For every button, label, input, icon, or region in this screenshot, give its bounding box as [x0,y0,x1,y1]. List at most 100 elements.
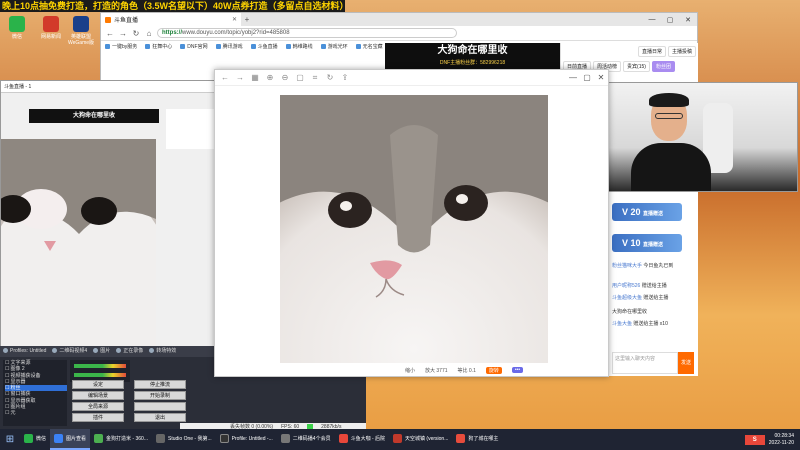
close-button[interactable]: ✕ [679,16,697,24]
bookmark-item[interactable]: 斗鱼直播 [251,43,278,50]
wechat-icon [24,434,33,443]
gift-banner-1: V 20 直播赠送 [612,203,682,221]
stream-preview-window: 斗鱼直播 - 1 大狗命在哪里收 [0,80,215,348]
close-tab-icon[interactable]: ✕ [232,16,237,23]
obs-source-list: 文字来源 图像 2 视频捕获设备 显示器 粉丝 窗口捕获 显示器获取 图片组 元 [3,360,67,426]
zoom-in-icon[interactable]: ⊕ [266,73,274,82]
share-icon[interactable]: ⇪ [341,73,349,82]
tab-vip[interactable]: 贵宾(15) [623,61,650,72]
webcam-overlay [602,82,798,192]
image-viewer-window: ← → ▦ ⊕ ⊖ ▢ ⌗ ↻ ⇪ — ▢ ✕ 缩小 放大 3771 等比 0.… [214,69,609,377]
cat-image-small [1,139,156,347]
taskbar-item[interactable]: 微信 [20,429,50,450]
chat-message: 粉丝猫咪大手 今日鱼丸已到 [612,263,674,269]
back-icon[interactable]: ← [105,29,115,38]
global-sources-button[interactable]: 全局来源 [72,402,124,411]
windows-start-icon[interactable]: ⊞ [0,434,20,445]
bookmark-item[interactable]: 狂舞中心 [145,43,172,50]
bookmark-item[interactable]: 韩维路线 [286,43,313,50]
taskbar-item[interactable]: 斗鱼大咖 - 后院 [335,429,389,450]
stop-stream-button[interactable]: 停止推流 [134,380,186,389]
taskbar-item-active[interactable]: 图片查看 [50,429,91,450]
plugins-button[interactable]: 插件 [72,413,124,422]
chat-message: 斗鱼大鱼 赠送给主播 x10 [612,321,668,327]
stream-title-banner: 大狗命在哪里收 DNF主播粉丝群：582996218 [385,43,560,69]
bookmark-item[interactable]: 腾讯游戏 [216,43,243,50]
taskbar-item[interactable]: 金狗打造米 - 360... [90,429,152,450]
exit-button[interactable]: 退出 [134,413,186,422]
audio-mixer [70,360,130,382]
desktop-icon-news[interactable]: 网易新闻 [36,16,66,40]
ratio-label[interactable]: 等比 0.1 [458,367,476,374]
browser-tabbar: 斗鱼直播 ✕ + — ▢ ✕ [101,13,697,26]
taskbar-item[interactable]: 狗了城在哪主 [452,429,502,450]
rotate-button[interactable]: 旋转 [485,366,502,374]
wechat-icon [9,16,25,32]
cat-photo-small [1,139,156,347]
taskbar-item[interactable]: Studio One - 我第... [152,429,216,450]
close-button[interactable]: ✕ [594,73,608,82]
maximize-button[interactable]: ▢ [661,16,679,24]
desktop-icon-lol[interactable]: 英雄联盟WeGame版 [66,16,96,46]
zoom-out-label[interactable]: 缩小 [405,367,415,374]
arrow-right-icon[interactable]: → [236,73,244,82]
obs-icon [219,434,229,443]
game-icon [393,434,403,443]
bookmark-item[interactable]: DNF官网 [180,43,207,50]
grid-icon[interactable]: ▦ [251,73,259,82]
minimize-button[interactable]: — [566,73,580,82]
ime-indicator[interactable]: S [744,434,765,445]
send-button[interactable]: 发送 [678,352,694,374]
marquee-banner: 晚上10点抽免费打造，打造的角色（3.5W名望以下）40W点券打造（多留点自选材… [0,0,345,12]
taskbar-item[interactable]: Profile: Untitled -... [216,429,277,450]
cat-image [280,95,548,363]
arrow-left-icon[interactable]: ← [221,73,229,82]
address-bar[interactable]: https://www.douyu.com/topic/yobj2?rid=48… [157,28,457,38]
desktop-icon-wechat[interactable]: 微信 [2,16,32,40]
submit-button[interactable]: 主播投稿 [667,46,696,57]
crop-icon[interactable]: ⌗ [311,73,319,83]
douyu-icon [105,16,111,23]
forward-icon[interactable]: → [118,29,128,38]
system-tray: S 00:28:34 2022-11-20 [744,433,800,447]
news-icon [43,16,59,32]
stream-title: 大狗命在哪里收 [437,45,508,56]
chat-message: 大狗命在哪里收 [612,309,648,315]
chat-message: 用户昵称526 赠送给主播 [612,283,667,289]
bookmark-item[interactable]: 无名宝藏 [356,43,383,50]
live-daily-button[interactable]: 直播日常 [637,46,666,57]
bookmark-item[interactable]: 游戏光环 [321,43,348,50]
tab-fans[interactable]: 粉丝团 [651,61,675,72]
zoom-in-label[interactable]: 放大 3771 [425,367,448,374]
taskbar-item[interactable]: 天空城镇 (version... [389,429,452,450]
viewer-toolbar: ← → ▦ ⊕ ⊖ ▢ ⌗ ↻ ⇪ — ▢ ✕ [215,70,608,86]
source-item[interactable]: 元 [5,410,67,416]
maximize-button[interactable]: ▢ [580,73,594,82]
start-record-button[interactable]: 开始录制 [134,391,186,400]
more-button[interactable]: ••• [511,367,524,373]
new-tab-icon[interactable]: + [241,15,253,24]
app-icon [280,434,290,443]
preview-banner: 大狗命在哪里收 [29,109,159,123]
fit-icon[interactable]: ▢ [296,73,304,82]
viewer-statusbar: 缩小 放大 3771 等比 0.1 旋转 ••• [215,364,608,376]
taskbar: ⊞ 微信 图片查看 金狗打造米 - 360... Studio One - 我第… [0,429,800,450]
taskbar-item[interactable]: 二维码播4个会员 [277,429,335,450]
zoom-out-icon[interactable]: ⊖ [281,73,289,82]
browser-navbar: ← → ↻ ⌂ https://www.douyu.com/topic/yobj… [101,26,697,41]
audio-meter [74,364,126,368]
minimize-button[interactable]: — [643,16,661,24]
cat-photo [280,95,548,363]
chat-input[interactable]: 这里输入聊天内容 [612,352,678,374]
browser-tab[interactable]: 斗鱼直播 ✕ [101,13,241,26]
settings-button[interactable]: 设定 [72,380,124,389]
stream-subtitle: DNF主播粉丝群：582996218 [439,60,506,66]
edit-scene-button[interactable]: 编辑场景 [72,391,124,400]
clock[interactable]: 00:28:34 2022-11-20 [769,433,794,447]
blank-button[interactable] [134,402,186,411]
bookmark-item[interactable]: 一键by服务 [105,43,137,50]
refresh-icon[interactable]: ↻ [131,29,141,38]
home-icon[interactable]: ⌂ [144,29,154,38]
chat-message: 斗鱼超级大鱼 赠送给主播 [612,295,669,301]
rotate-icon[interactable]: ↻ [326,73,334,82]
